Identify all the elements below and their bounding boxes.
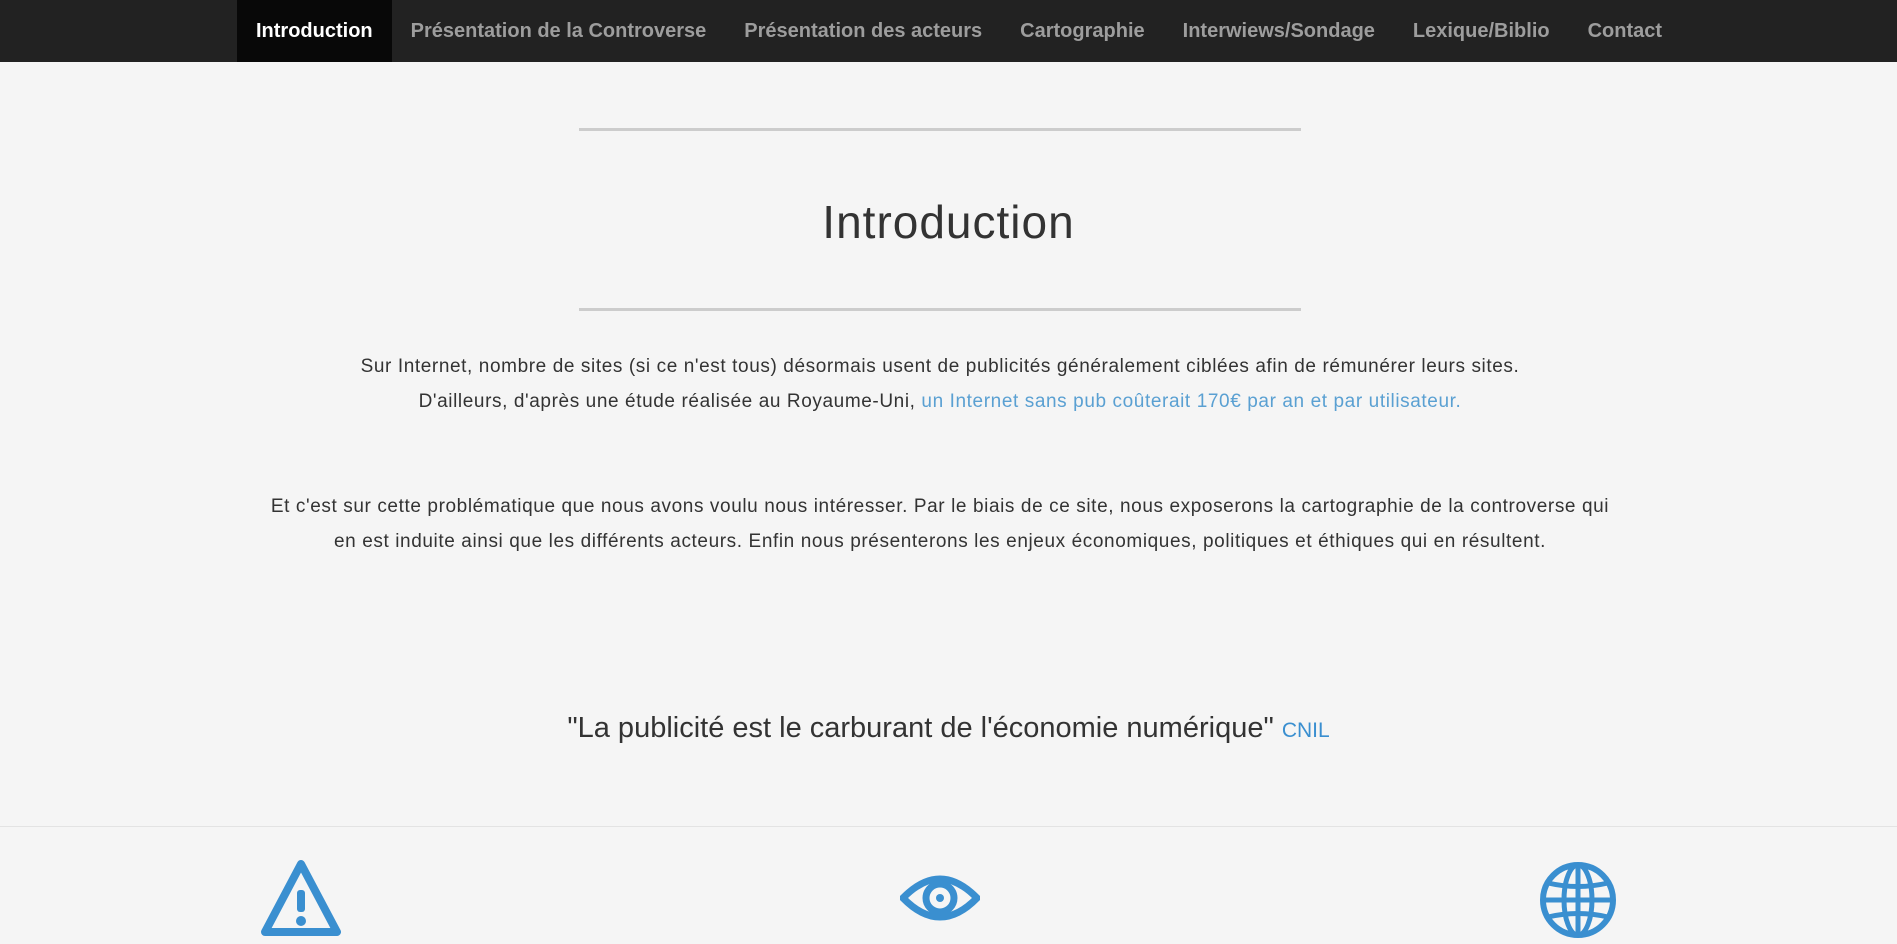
- page-title: Introduction: [822, 196, 1075, 248]
- section-divider: [0, 826, 1897, 827]
- warning-icon: [261, 858, 341, 938]
- nav-item-presentation-controverse[interactable]: Présentation de la Controverse: [392, 0, 726, 62]
- nav-item-introduction[interactable]: Introduction: [237, 0, 392, 62]
- nav-item-cartographie[interactable]: Cartographie: [1001, 0, 1163, 62]
- title-top-divider: [579, 128, 1301, 131]
- nav-item-presentation-acteurs[interactable]: Présentation des acteurs: [725, 0, 1001, 62]
- eye-icon: [900, 858, 980, 938]
- quote-block: "La publicité est le carburant de l'écon…: [0, 706, 1897, 753]
- nav-menu: Introduction Présentation de la Controve…: [237, 0, 1681, 62]
- study-link[interactable]: un Internet sans pub coûterait 170€ par …: [921, 391, 1461, 412]
- nav-item-interviews-sondage[interactable]: Interwiews/Sondage: [1164, 0, 1394, 62]
- top-navbar: Introduction Présentation de la Controve…: [0, 0, 1897, 62]
- globe-icon: [1538, 858, 1618, 938]
- nav-item-lexique-biblio[interactable]: Lexique/Biblio: [1394, 0, 1569, 62]
- intro-paragraph-1: Sur Internet, nombre de sites (si ce n'e…: [270, 349, 1610, 419]
- intro-paragraph-1-line-1: Sur Internet, nombre de sites (si ce n'e…: [360, 356, 1520, 377]
- intro-paragraph-1-line-2: D'ailleurs, d'après une étude réalisée a…: [418, 391, 922, 412]
- title-bottom-divider: [579, 308, 1301, 311]
- intro-paragraph-2: Et c'est sur cette problématique que nou…: [270, 496, 1610, 552]
- quote-source-link[interactable]: CNIL: [1282, 719, 1330, 742]
- quote-text: "La publicité est le carburant de l'écon…: [567, 712, 1274, 744]
- nav-item-contact[interactable]: Contact: [1569, 0, 1681, 62]
